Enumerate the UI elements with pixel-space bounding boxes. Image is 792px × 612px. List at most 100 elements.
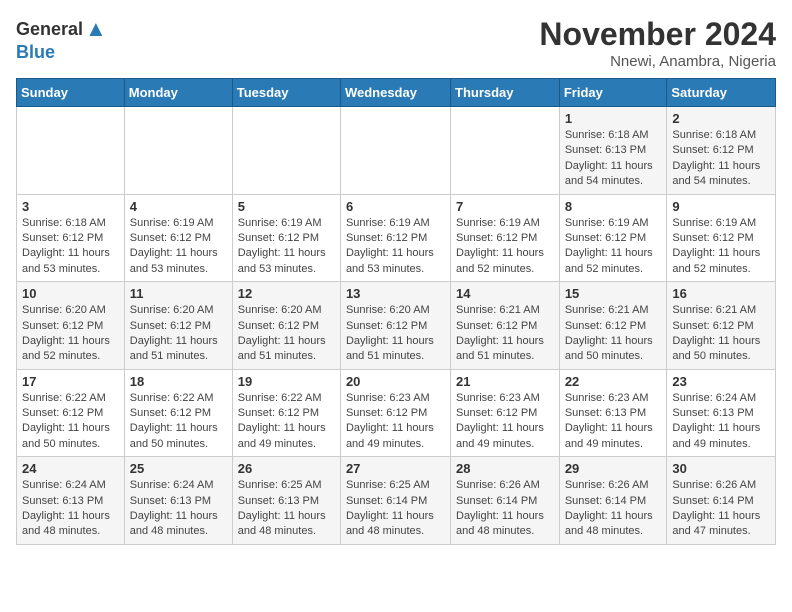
day-info: Sunrise: 6:20 AMSunset: 6:12 PMDaylight:… [238,303,335,365]
day-number: 18 [130,374,227,389]
day-number: 4 [130,199,227,214]
calendar-cell: 21 Sunrise: 6:23 AMSunset: 6:12 PMDayligh… [451,369,560,457]
day-info: Sunrise: 6:19 AMSunset: 6:12 PMDaylight:… [672,216,770,278]
calendar-cell: 14Sunrise: 6:21 AMSunset: 6:12 PMDayligh… [451,282,560,370]
calendar-cell: 28 Sunrise: 6:26 AMSunset: 6:14 PMDayligh… [451,457,560,545]
calendar-cell: 26 Sunrise: 6:25 AMSunset: 6:13 PMDayligh… [232,457,340,545]
calendar-cell: 10 Sunrise: 6:20 AMSunset: 6:12 PMDayligh… [17,282,125,370]
calendar-cell: 13Sunrise: 6:20 AMSunset: 6:12 PMDayligh… [340,282,450,370]
day-info: Sunrise: 6:25 AMSunset: 6:14 PMDaylight:… [346,478,445,540]
day-number: 15 [565,286,662,301]
day-number: 29 [565,461,662,476]
calendar-cell: 25 Sunrise: 6:24 AMSunset: 6:13 PMDayligh… [124,457,232,545]
day-number: 30 [672,461,770,476]
calendar-cell: 11 Sunrise: 6:20 AMSunset: 6:12 PMDayligh… [124,282,232,370]
calendar-cell: 23 Sunrise: 6:24 AMSunset: 6:13 PMDayligh… [667,369,776,457]
logo-blue: Blue [16,42,55,63]
day-info: Sunrise: 6:23 AMSunset: 6:12 PMDaylight:… [456,391,554,453]
day-number: 28 [456,461,554,476]
calendar-cell: 29 Sunrise: 6:26 AMSunset: 6:14 PMDayligh… [559,457,667,545]
day-number: 20 [346,374,445,389]
day-number: 26 [238,461,335,476]
calendar-cell: 9 Sunrise: 6:19 AMSunset: 6:12 PMDaylight… [667,194,776,282]
day-info: Sunrise: 6:20 AMSunset: 6:12 PMDaylight:… [22,303,119,365]
day-header-tuesday: Tuesday [232,79,340,107]
day-number: 5 [238,199,335,214]
day-number: 24 [22,461,119,476]
calendar-cell [124,107,232,195]
day-number: 7 [456,199,554,214]
day-header-thursday: Thursday [451,79,560,107]
calendar-cell: 4Sunrise: 6:19 AMSunset: 6:12 PMDaylight… [124,194,232,282]
calendar-cell: 24 Sunrise: 6:24 AMSunset: 6:13 PMDayligh… [17,457,125,545]
day-info: Sunrise: 6:20 AMSunset: 6:12 PMDaylight:… [346,303,445,365]
day-header-sunday: Sunday [17,79,125,107]
calendar-cell: 30 Sunrise: 6:26 AMSunset: 6:14 PMDayligh… [667,457,776,545]
day-number: 6 [346,199,445,214]
day-info: Sunrise: 6:23 AMSunset: 6:13 PMDaylight:… [565,391,662,453]
day-info: Sunrise: 6:18 AMSunset: 6:13 PMDaylight:… [565,128,662,190]
day-info: Sunrise: 6:24 AMSunset: 6:13 PMDaylight:… [130,478,227,540]
calendar-cell: 27 Sunrise: 6:25 AMSunset: 6:14 PMDayligh… [340,457,450,545]
day-number: 11 [130,286,227,301]
calendar-cell [340,107,450,195]
calendar-cell [17,107,125,195]
day-number: 23 [672,374,770,389]
day-info: Sunrise: 6:26 AMSunset: 6:14 PMDaylight:… [456,478,554,540]
day-number: 21 [456,374,554,389]
calendar-cell: 6 Sunrise: 6:19 AMSunset: 6:12 PMDaylight… [340,194,450,282]
calendar-cell: 12 Sunrise: 6:20 AMSunset: 6:12 PMDayligh… [232,282,340,370]
day-number: 27 [346,461,445,476]
day-header-saturday: Saturday [667,79,776,107]
day-number: 17 [22,374,119,389]
day-info: Sunrise: 6:22 AMSunset: 6:12 PMDaylight:… [130,391,227,453]
day-number: 10 [22,286,119,301]
day-info: Sunrise: 6:19 AMSunset: 6:12 PMDaylight:… [238,216,335,278]
day-header-wednesday: Wednesday [340,79,450,107]
day-number: 22 [565,374,662,389]
day-header-monday: Monday [124,79,232,107]
day-info: Sunrise: 6:23 AMSunset: 6:12 PMDaylight:… [346,391,445,453]
day-info: Sunrise: 6:18 AMSunset: 6:12 PMDaylight:… [672,128,770,190]
day-info: Sunrise: 6:21 AMSunset: 6:12 PMDaylight:… [456,303,554,365]
day-header-friday: Friday [559,79,667,107]
day-info: Sunrise: 6:25 AMSunset: 6:13 PMDaylight:… [238,478,335,540]
day-info: Sunrise: 6:18 AMSunset: 6:12 PMDaylight:… [22,216,119,278]
day-info: Sunrise: 6:19 AMSunset: 6:12 PMDaylight:… [565,216,662,278]
day-info: Sunrise: 6:24 AMSunset: 6:13 PMDaylight:… [22,478,119,540]
title-block: November 2024 Nnewi, Anambra, Nigeria [539,16,776,70]
day-info: Sunrise: 6:21 AMSunset: 6:12 PMDaylight:… [565,303,662,365]
location: Nnewi, Anambra, Nigeria [539,53,776,70]
calendar-cell: 19Sunrise: 6:22 AMSunset: 6:12 PMDayligh… [232,369,340,457]
day-number: 1 [565,111,662,126]
calendar-cell [232,107,340,195]
calendar-cell: 15 Sunrise: 6:21 AMSunset: 6:12 PMDayligh… [559,282,667,370]
day-number: 2 [672,111,770,126]
day-number: 19 [238,374,335,389]
day-info: Sunrise: 6:26 AMSunset: 6:14 PMDaylight:… [672,478,770,540]
day-info: Sunrise: 6:22 AMSunset: 6:12 PMDaylight:… [22,391,119,453]
day-number: 8 [565,199,662,214]
month-title: November 2024 [539,16,776,53]
day-info: Sunrise: 6:21 AMSunset: 6:12 PMDaylight:… [672,303,770,365]
page-header: General ▲ Blue November 2024 Nnewi, Anam… [16,16,776,70]
calendar-cell: 17 Sunrise: 6:22 AMSunset: 6:12 PMDayligh… [17,369,125,457]
day-number: 12 [238,286,335,301]
day-info: Sunrise: 6:19 AMSunset: 6:12 PMDaylight:… [346,216,445,278]
calendar-cell: 7 Sunrise: 6:19 AMSunset: 6:12 PMDaylight… [451,194,560,282]
calendar-cell: 2 Sunrise: 6:18 AMSunset: 6:12 PMDaylight… [667,107,776,195]
logo: General ▲ Blue [16,16,107,63]
day-info: Sunrise: 6:20 AMSunset: 6:12 PMDaylight:… [130,303,227,365]
logo-bird-icon: ▲ [85,16,107,42]
day-number: 9 [672,199,770,214]
day-number: 25 [130,461,227,476]
calendar-table: SundayMondayTuesdayWednesdayThursdayFrid… [16,78,776,545]
day-info: Sunrise: 6:24 AMSunset: 6:13 PMDaylight:… [672,391,770,453]
calendar-cell [451,107,560,195]
calendar-cell: 5 Sunrise: 6:19 AMSunset: 6:12 PMDaylight… [232,194,340,282]
day-number: 3 [22,199,119,214]
calendar-cell: 18 Sunrise: 6:22 AMSunset: 6:12 PMDayligh… [124,369,232,457]
calendar-cell: 22 Sunrise: 6:23 AMSunset: 6:13 PMDayligh… [559,369,667,457]
day-info: Sunrise: 6:19 AMSunset: 6:12 PMDaylight:… [456,216,554,278]
day-info: Sunrise: 6:26 AMSunset: 6:14 PMDaylight:… [565,478,662,540]
